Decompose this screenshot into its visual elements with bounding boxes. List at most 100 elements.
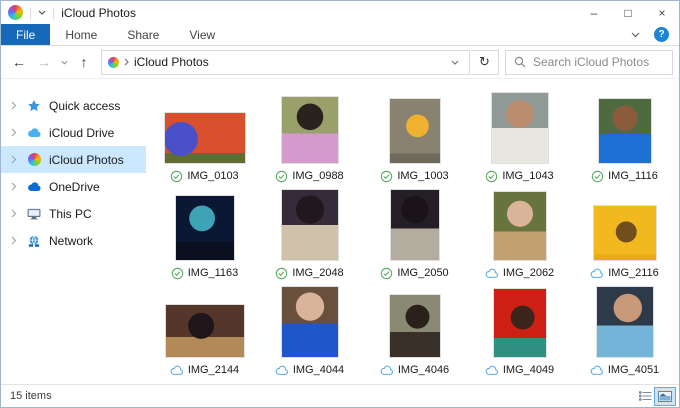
item-count: 15 items (10, 390, 52, 402)
sidebar-item-label: Quick access (49, 99, 120, 113)
sidebar-item-this-pc[interactable]: This PC (1, 200, 146, 227)
refresh-button[interactable]: ↻ (471, 50, 499, 75)
photo-thumbnail[interactable] (494, 289, 546, 357)
file-item[interactable]: IMG_2050 (362, 184, 467, 281)
file-name: IMG_2048 (292, 267, 343, 279)
close-button[interactable]: × (645, 1, 679, 24)
file-caption: IMG_2048 (275, 265, 343, 281)
file-caption: IMG_4051 (590, 362, 659, 378)
file-item[interactable]: IMG_1043 (467, 87, 572, 184)
expand-chevron-icon[interactable] (11, 155, 19, 164)
file-item[interactable]: IMG_4051 (572, 281, 677, 378)
app-photos-icon (8, 5, 23, 20)
photo-thumbnail[interactable] (599, 99, 651, 163)
search-input[interactable] (533, 55, 664, 69)
tab-home[interactable]: Home (50, 24, 112, 45)
synced-check-icon (171, 267, 184, 280)
file-item[interactable]: IMG_1116 (572, 87, 677, 184)
tab-file[interactable]: File (1, 24, 50, 45)
minimize-button[interactable]: – (577, 1, 611, 24)
synced-check-icon (275, 267, 288, 280)
file-item[interactable]: IMG_1163 (152, 184, 257, 281)
ribbon-right-controls: ? (631, 24, 679, 45)
file-name: IMG_4051 (608, 364, 659, 376)
expand-chevron-icon[interactable] (11, 236, 19, 245)
photo-thumbnail[interactable] (391, 190, 439, 260)
file-name: IMG_1163 (188, 267, 239, 279)
details-view-button[interactable] (635, 388, 655, 405)
sidebar-item-network[interactable]: Network (1, 227, 146, 254)
file-item[interactable]: IMG_2116 (572, 184, 677, 281)
cloud-status-icon (485, 365, 499, 376)
tab-view[interactable]: View (174, 24, 230, 45)
photo-thumbnail[interactable] (282, 287, 338, 357)
tab-share[interactable]: Share (112, 24, 174, 45)
cloud-status-icon (590, 365, 604, 376)
sidebar-item-onedrive[interactable]: OneDrive (1, 173, 146, 200)
sidebar-item-icloud-drive[interactable]: iCloud Drive (1, 119, 146, 146)
photo-thumbnail[interactable] (390, 99, 440, 163)
cloud-status-icon (485, 268, 499, 279)
photo-thumbnail[interactable] (597, 287, 653, 357)
expand-chevron-icon[interactable] (11, 182, 19, 191)
expand-chevron-icon[interactable] (11, 209, 19, 218)
expand-chevron-icon[interactable] (11, 128, 19, 137)
file-item[interactable]: IMG_2144 (152, 281, 257, 378)
help-button[interactable]: ? (654, 27, 669, 42)
cloud-status-icon (380, 365, 394, 376)
forward-button[interactable]: → (32, 50, 56, 74)
status-bar: 15 items (1, 384, 679, 407)
photo-thumbnail[interactable] (494, 192, 546, 260)
file-item[interactable]: IMG_1003 (362, 87, 467, 184)
file-name: IMG_2116 (608, 267, 659, 279)
sidebar-item-quick-access[interactable]: Quick access (1, 92, 146, 119)
file-name: IMG_1043 (502, 170, 553, 182)
photo-thumbnail[interactable] (165, 113, 245, 163)
expand-chevron-icon[interactable] (11, 101, 19, 110)
cloud-status-icon (170, 365, 184, 376)
photo-thumbnail[interactable] (492, 93, 548, 163)
file-caption: IMG_4046 (380, 362, 449, 378)
view-toggles (635, 388, 675, 405)
file-caption: IMG_2050 (380, 265, 448, 281)
star-icon (26, 99, 42, 113)
file-caption: IMG_0103 (170, 168, 238, 184)
photo-thumbnail[interactable] (282, 190, 338, 260)
file-item[interactable]: IMG_4046 (362, 281, 467, 378)
maximize-button[interactable]: □ (611, 1, 645, 24)
breadcrumb[interactable]: iCloud Photos (134, 55, 209, 69)
file-item[interactable]: IMG_0988 (257, 87, 362, 184)
file-item[interactable]: IMG_2048 (257, 184, 362, 281)
synced-check-icon (591, 170, 604, 183)
file-caption: IMG_2116 (590, 265, 659, 281)
navigation-bar: ← → ↑ iCloud Photos ↻ (1, 46, 679, 79)
photo-thumbnail[interactable] (594, 206, 656, 260)
address-bar[interactable]: iCloud Photos (101, 50, 470, 75)
quick-access-toolbar-caret-icon[interactable] (38, 10, 46, 15)
explorer-window: { "window": { "title": "iCloud Photos", … (0, 0, 680, 408)
sidebar-item-icloud-photos[interactable]: iCloud Photos (1, 146, 146, 173)
recent-locations-caret-icon[interactable] (57, 50, 71, 74)
file-item[interactable]: IMG_4049 (467, 281, 572, 378)
sidebar-item-label: This PC (49, 207, 92, 221)
collapse-ribbon-chevron-icon[interactable] (631, 32, 640, 38)
file-grid: IMG_0103 IMG_0988IMG_1003 IMG_1043 IMG_1116… (152, 87, 679, 378)
photo-thumbnail[interactable] (166, 305, 244, 357)
back-button[interactable]: ← (7, 50, 31, 74)
address-dropdown-caret-icon[interactable] (447, 60, 463, 65)
file-item[interactable]: IMG_4044 (257, 281, 362, 378)
file-item[interactable]: IMG_0103 (152, 87, 257, 184)
file-item[interactable]: IMG_2062 (467, 184, 572, 281)
photos-pinwheel-icon (26, 153, 42, 166)
photo-thumbnail[interactable] (282, 97, 338, 163)
sidebar-item-label: iCloud Drive (49, 126, 114, 140)
onedrive-icon (26, 181, 42, 192)
photo-thumbnail[interactable] (176, 196, 234, 260)
photo-thumbnail[interactable] (390, 295, 440, 357)
sidebar: Quick access iCloud Drive iCloud PhotosOne… (1, 79, 146, 384)
thumbnail-view-button[interactable] (655, 388, 675, 405)
up-button[interactable]: ↑ (72, 50, 96, 74)
synced-check-icon (170, 170, 183, 183)
synced-check-icon (485, 170, 498, 183)
file-name: IMG_4044 (293, 364, 344, 376)
